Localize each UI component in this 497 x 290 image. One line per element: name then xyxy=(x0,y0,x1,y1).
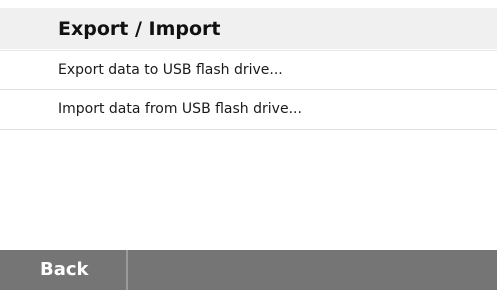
bottom-toolbar: Back xyxy=(0,250,497,290)
back-button-label: Back xyxy=(40,259,89,280)
back-button[interactable]: Back xyxy=(0,250,128,290)
page-title: Export / Import xyxy=(58,18,221,40)
export-usb-label: Export data to USB flash drive... xyxy=(58,62,283,78)
export-usb-menu-item[interactable]: Export data to USB flash drive... xyxy=(0,50,497,90)
export-import-screen: Export / Import Export data to USB flash… xyxy=(0,0,497,290)
import-usb-label: Import data from USB flash drive... xyxy=(58,101,302,117)
import-usb-menu-item[interactable]: Import data from USB flash drive... xyxy=(0,90,497,130)
page-header: Export / Import xyxy=(0,8,497,49)
